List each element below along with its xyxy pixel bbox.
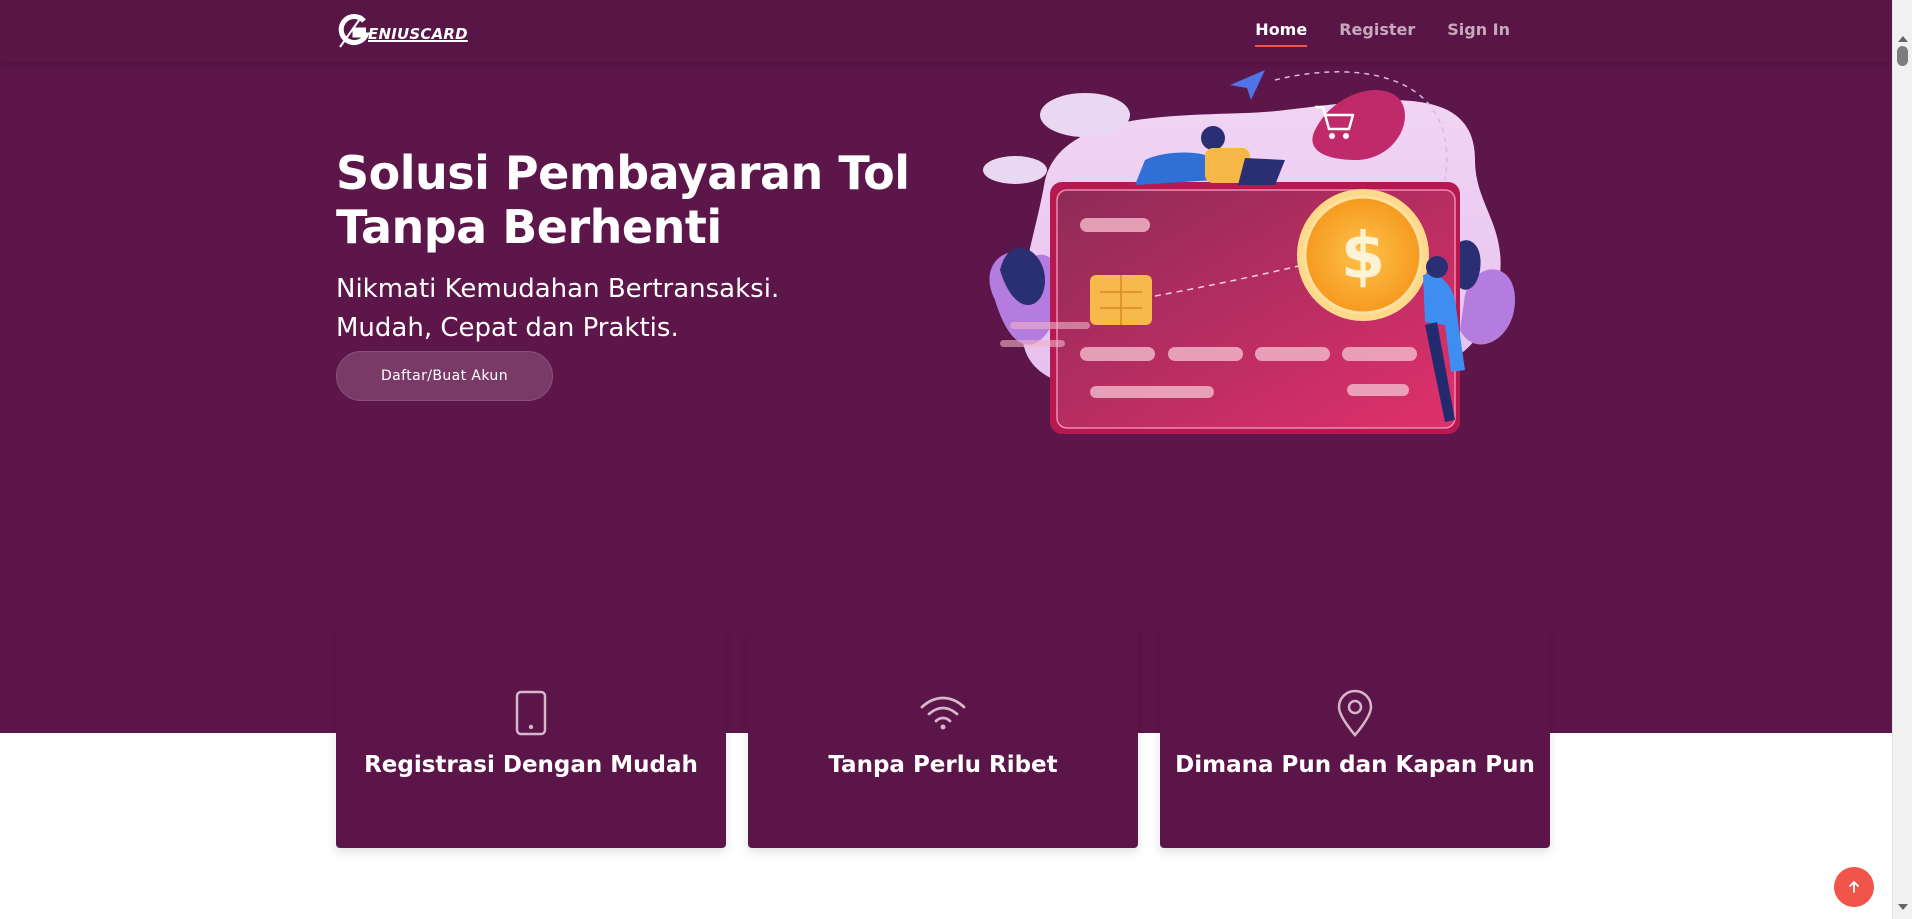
back-to-top-button[interactable] xyxy=(1834,867,1874,907)
svg-text:$: $ xyxy=(1341,220,1386,294)
hero-illustration: $ xyxy=(983,70,1515,434)
logo-g-icon xyxy=(338,14,370,48)
feature-card-title: Registrasi Dengan Mudah xyxy=(364,752,698,778)
feature-card-title: Dimana Pun dan Kapan Pun xyxy=(1175,752,1535,778)
nav-home[interactable]: Home xyxy=(1255,20,1308,47)
hero-title: Solusi Pembayaran Tol Tanpa Berhenti xyxy=(336,146,910,254)
logo-text: ENIUSCARD xyxy=(368,25,468,43)
feature-card-registrasi: Registrasi Dengan Mudah xyxy=(336,622,726,848)
scroll-up-arrow-icon[interactable] xyxy=(1898,36,1908,42)
nav-sign-in[interactable]: Sign In xyxy=(1447,20,1510,47)
feature-card-dimana-pun: Dimana Pun dan Kapan Pun xyxy=(1160,622,1550,848)
wifi-icon xyxy=(918,688,968,738)
feature-cards: Registrasi Dengan Mudah Tanpa Perlu Ribe… xyxy=(336,622,1550,848)
scroll-thumb[interactable] xyxy=(1897,46,1908,66)
hero-subtitle-line2: Mudah, Cepat dan Praktis. xyxy=(336,313,679,343)
navbar: ENIUSCARD Home Register Sign In xyxy=(0,0,1892,62)
hero-subtitle-line1: Nikmati Kemudahan Bertransaksi. xyxy=(336,274,780,304)
logo[interactable]: ENIUSCARD xyxy=(336,12,468,50)
hero-subtitle: Nikmati Kemudahan Bertransaksi. Mudah, C… xyxy=(336,270,779,348)
arrow-up-icon xyxy=(1849,881,1859,893)
nav-register[interactable]: Register xyxy=(1339,20,1415,47)
register-cta-button[interactable]: Daftar/Buat Akun xyxy=(336,351,553,401)
main-nav: Home Register Sign In xyxy=(1255,20,1510,47)
scroll-down-arrow-icon[interactable] xyxy=(1898,904,1908,910)
feature-card-title: Tanpa Perlu Ribet xyxy=(828,752,1058,778)
smartphone-icon xyxy=(506,688,556,738)
page-scrollbar[interactable] xyxy=(1892,0,1912,919)
feature-card-tanpa-ribet: Tanpa Perlu Ribet xyxy=(748,622,1138,848)
map-pin-icon xyxy=(1330,688,1380,738)
